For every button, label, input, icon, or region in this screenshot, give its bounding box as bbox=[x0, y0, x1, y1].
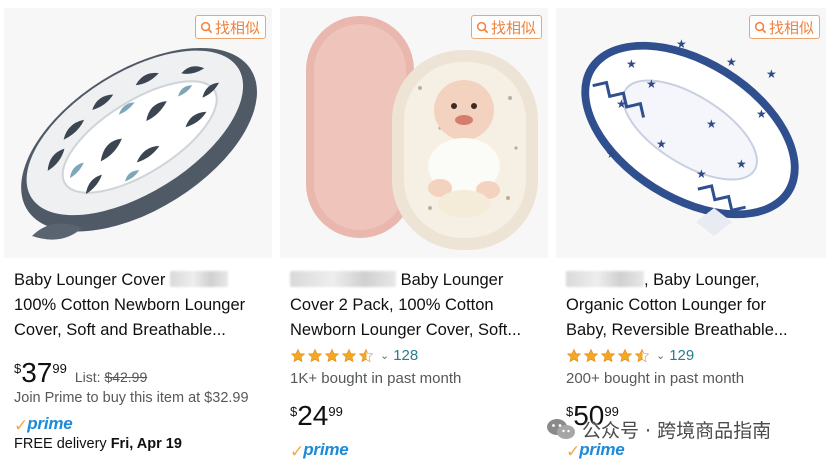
list-price: List: $42.99 bbox=[74, 369, 148, 385]
find-similar-button[interactable]: 找相似 bbox=[470, 15, 542, 39]
svg-text:★: ★ bbox=[616, 97, 627, 111]
svg-text:★: ★ bbox=[606, 147, 617, 161]
product-card[interactable]: ★ ★ ★ ★ ★ ★ ★ ★ ★ ★ ★ ★ 找相似 , Baby Lounger, Orga… bbox=[556, 8, 826, 461]
delivery-date: Fri, Apr 19 bbox=[110, 436, 182, 452]
price-fraction: 99 bbox=[328, 404, 343, 419]
svg-text:★: ★ bbox=[756, 107, 767, 121]
title-line-1: , Baby Lounger, bbox=[644, 271, 760, 289]
svg-text:★: ★ bbox=[736, 157, 747, 171]
prime-offer-text: Join Prime to buy this item at $32.99 bbox=[14, 390, 249, 406]
baby-lounger-star-print-image: ★ ★ ★ ★ ★ ★ ★ ★ ★ ★ ★ ★ bbox=[556, 8, 826, 258]
find-similar-label: 找相似 bbox=[490, 18, 536, 37]
svg-text:★: ★ bbox=[696, 167, 707, 181]
blurred-brand bbox=[566, 271, 644, 287]
title-line-2: Organic Cotton Lounger for bbox=[566, 296, 766, 314]
prime-badge: ✓ prime bbox=[290, 440, 349, 460]
svg-text:★: ★ bbox=[676, 37, 687, 51]
baby-lounger-two-pack-image bbox=[280, 8, 548, 258]
title-line-3: Baby, Reversible Breathable... bbox=[566, 321, 788, 339]
svg-text:★: ★ bbox=[626, 57, 637, 71]
find-similar-button[interactable]: 找相似 bbox=[194, 15, 266, 39]
chevron-down-icon[interactable]: ⌄ bbox=[380, 349, 389, 362]
find-similar-label: 找相似 bbox=[214, 18, 260, 37]
wechat-icon bbox=[547, 419, 575, 439]
product-image[interactable]: 找相似 bbox=[280, 8, 548, 258]
watermark: 公众号 · 跨境商品指南 bbox=[546, 412, 771, 446]
bought-count: 1K+ bought in past month bbox=[290, 370, 462, 387]
blurred-brand bbox=[290, 271, 396, 287]
search-icon bbox=[200, 21, 213, 33]
bought-count: 200+ bought in past month bbox=[566, 370, 745, 387]
find-similar-button[interactable]: 找相似 bbox=[748, 15, 820, 39]
prime-label: prime bbox=[27, 414, 73, 433]
product-title-link[interactable]: , Baby Lounger, Organic Cotton Lounger f… bbox=[566, 268, 816, 343]
rating-count-link[interactable]: 129 bbox=[669, 347, 694, 364]
price-symbol: $ bbox=[290, 404, 298, 419]
star-rating-icon bbox=[566, 348, 650, 364]
svg-text:★: ★ bbox=[656, 137, 667, 151]
search-icon bbox=[476, 21, 489, 33]
price-symbol: $ bbox=[14, 361, 22, 376]
baby-lounger-leaf-print-image bbox=[4, 8, 272, 258]
title-line-3: Newborn Lounger Cover, Soft... bbox=[290, 321, 522, 339]
svg-text:★: ★ bbox=[646, 77, 657, 91]
prime-label: prime bbox=[303, 440, 349, 459]
watermark-text: 公众号 · 跨境商品指南 bbox=[582, 419, 772, 442]
find-similar-label: 找相似 bbox=[768, 18, 814, 37]
product-image[interactable]: ★ ★ ★ ★ ★ ★ ★ ★ ★ ★ ★ ★ 找相似 bbox=[556, 8, 826, 258]
title-line-1: Baby Lounger bbox=[400, 271, 504, 289]
product-title-link[interactable]: Baby Lounger Cover 2 Pack, 100% Cotton N… bbox=[290, 268, 538, 343]
chevron-down-icon[interactable]: ⌄ bbox=[656, 349, 665, 362]
rating[interactable]: ⌄ 129 bbox=[566, 347, 694, 364]
price-whole: 37 bbox=[21, 357, 53, 388]
blurred-brand bbox=[169, 271, 228, 287]
product-card[interactable]: 找相似 Baby Lounger Cover 100% Cotton Newbo… bbox=[4, 8, 272, 461]
svg-text:★: ★ bbox=[706, 117, 717, 131]
product-card[interactable]: 找相似 Baby Lounger Cover 2 Pack, 100% Cott… bbox=[280, 8, 548, 461]
delivery-label: FREE delivery bbox=[14, 436, 107, 452]
title-line-3: Cover, Soft and Breathable... bbox=[14, 321, 226, 339]
price[interactable]: $ 37 99 List: $42.99 bbox=[14, 358, 147, 388]
prime-badge: ✓ prime bbox=[14, 414, 73, 434]
price[interactable]: $ 24 99 bbox=[290, 401, 343, 431]
title-line-1: Baby Lounger Cover bbox=[14, 271, 166, 289]
delivery-info: FREE delivery Fri, Apr 19 bbox=[14, 436, 182, 452]
rating[interactable]: ⌄ 128 bbox=[290, 347, 418, 364]
svg-text:★: ★ bbox=[726, 55, 737, 69]
title-line-2: 100% Cotton Newborn Lounger bbox=[14, 296, 246, 314]
rating-count-link[interactable]: 128 bbox=[393, 347, 418, 364]
svg-text:★: ★ bbox=[766, 67, 777, 81]
price-fraction: 99 bbox=[52, 361, 67, 376]
product-image[interactable]: 找相似 bbox=[4, 8, 272, 258]
title-line-2: Cover 2 Pack, 100% Cotton bbox=[290, 296, 494, 314]
star-rating-icon bbox=[290, 348, 374, 364]
product-title-link[interactable]: Baby Lounger Cover 100% Cotton Newborn L… bbox=[14, 268, 262, 343]
price-whole: 24 bbox=[297, 400, 329, 431]
search-icon bbox=[754, 21, 767, 33]
